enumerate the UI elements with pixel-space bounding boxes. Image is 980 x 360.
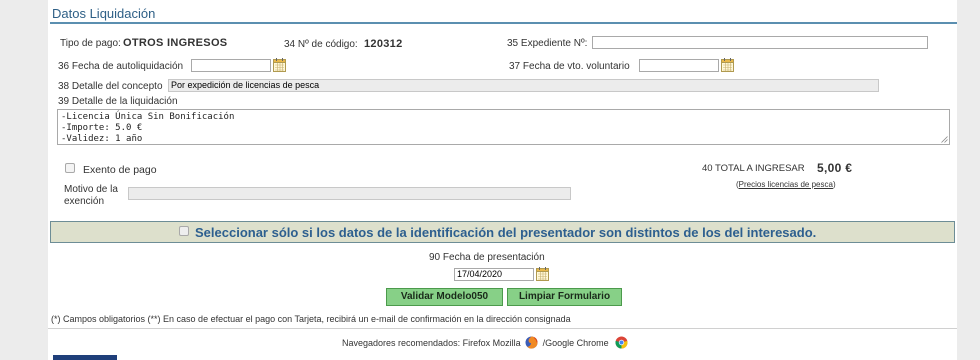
total-label: 40 TOTAL A INGRESAR — [702, 163, 805, 174]
tipo-pago-value: OTROS INGRESOS — [123, 37, 228, 49]
codigo-value: 120312 — [364, 38, 403, 50]
logo-fragment — [53, 355, 117, 360]
motivo-exencion-input — [128, 187, 571, 200]
detalle-liquidacion-textarea[interactable]: -Licencia Única Sin Bonificación -Import… — [57, 109, 950, 145]
precios-link[interactable]: Precios licencias de pesca — [739, 180, 833, 189]
browsers-chrome-label: /Google Chrome — [542, 338, 609, 348]
precios-close-paren: ) — [832, 180, 836, 189]
precios-link-container: (Precios licencias de pesca) — [736, 180, 836, 189]
tipo-pago-label: Tipo de pago: — [60, 38, 121, 49]
validar-button[interactable]: Validar Modelo050 — [386, 288, 503, 306]
exento-label: Exento de pago — [83, 164, 157, 176]
fecha-vto-label: 37 Fecha de vto. voluntario — [509, 61, 630, 72]
presentador-label: Seleccionar sólo si los datos de la iden… — [195, 225, 817, 240]
detalle-concepto-label: 38 Detalle del concepto — [58, 81, 163, 92]
expediente-label: 35 Expediente Nº: — [507, 38, 588, 49]
firefox-icon — [525, 336, 538, 349]
detalle-liquidacion-label: 39 Detalle de la liquidación — [58, 96, 178, 107]
motivo-exencion-label-line2: exención — [64, 196, 105, 207]
fecha-autoliquidacion-input[interactable] — [191, 59, 271, 72]
motivo-exencion-label-line1: Motivo de la — [64, 184, 118, 195]
fecha-vto-input[interactable] — [639, 59, 719, 72]
detalle-concepto-input: Por expedición de licencias de pesca — [168, 79, 879, 92]
exento-checkbox[interactable] — [65, 163, 75, 173]
chrome-icon — [615, 336, 628, 349]
presentador-bar: Seleccionar sólo si los datos de la iden… — [50, 221, 955, 243]
calendar-icon[interactable] — [536, 267, 549, 281]
presentador-checkbox[interactable] — [179, 226, 189, 236]
fecha-presentacion-input[interactable]: 17/04/2020 — [454, 268, 534, 281]
fecha-presentacion-label: 90 Fecha de presentación — [429, 252, 545, 263]
browsers-label: Navegadores recomendados: Firefox Mozill… — [342, 338, 521, 348]
calendar-icon[interactable] — [273, 58, 286, 72]
total-value: 5,00 € — [817, 161, 853, 175]
resize-grip-icon[interactable] — [941, 136, 948, 143]
section-title: Datos Liquidación — [52, 6, 156, 21]
expediente-input[interactable] — [592, 36, 928, 49]
fecha-autoliquidacion-label: 36 Fecha de autoliquidación — [58, 61, 184, 72]
liquidation-panel: Datos Liquidación Tipo de pago: OTROS IN… — [48, 0, 957, 360]
codigo-label: 34 Nº de código: — [284, 39, 358, 50]
footer-divider — [48, 328, 957, 329]
limpiar-button[interactable]: Limpiar Formulario — [507, 288, 622, 306]
title-underline — [50, 22, 957, 24]
browsers-line: Navegadores recomendados: Firefox Mozill… — [342, 336, 628, 349]
footnote: (*) Campos obligatorios (**) En caso de … — [51, 314, 571, 324]
calendar-icon[interactable] — [721, 58, 734, 72]
